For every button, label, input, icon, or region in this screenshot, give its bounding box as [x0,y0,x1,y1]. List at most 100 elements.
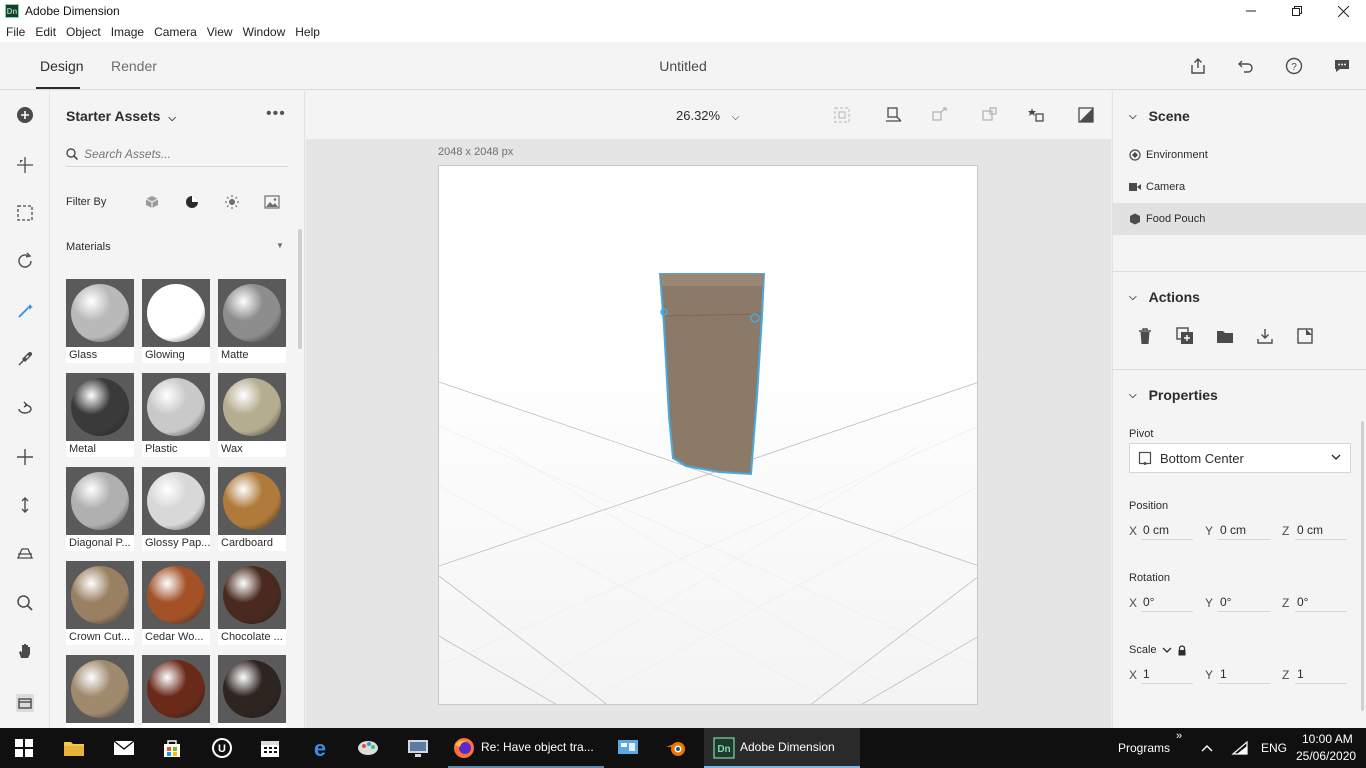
menu-help[interactable]: Help [295,25,320,39]
scene-item-environment[interactable]: Environment [1113,139,1366,171]
menu-file[interactable]: File [6,25,25,39]
zoom-level[interactable]: 26.32% ⌵ [676,108,739,123]
position-x-field[interactable]: 0 cm [1141,520,1193,540]
rotation-x-field[interactable]: 0° [1141,592,1193,612]
material-tile[interactable] [66,655,134,728]
eyedropper-icon[interactable] [13,347,37,371]
assets-title[interactable]: Starter Assets ⌵ [66,108,176,124]
clock-date[interactable]: 25/06/2020 [1296,749,1356,763]
menu-object[interactable]: Object [66,25,101,39]
horizon-icon[interactable] [13,541,37,565]
delete-icon[interactable] [1135,326,1155,346]
material-tile[interactable] [142,655,210,728]
menu-image[interactable]: Image [111,25,144,39]
image-filter-icon[interactable] [264,194,280,210]
light-filter-icon[interactable] [224,194,240,210]
dimension-app-icon[interactable]: Dn [712,736,736,760]
group-icon[interactable] [1215,326,1235,346]
render-preview-icon[interactable] [1076,105,1096,125]
rotation-z-field[interactable]: 0° [1295,592,1347,612]
language-indicator[interactable]: ENG [1261,741,1287,755]
menu-window[interactable]: Window [243,25,286,39]
properties-scrollbar[interactable] [1361,421,1364,711]
more-options-icon[interactable]: ••• [266,105,286,123]
actions-header[interactable]: ⌵ Actions [1129,289,1200,305]
close-icon[interactable] [1320,0,1366,22]
viewport[interactable] [438,165,978,705]
remote-desktop-icon[interactable] [406,736,430,760]
programs-label[interactable]: Programs [1118,741,1170,755]
undo-icon[interactable] [1236,56,1256,76]
file-explorer-icon[interactable] [62,736,86,760]
unreal-engine-icon[interactable]: U [210,736,234,760]
export-icon[interactable] [1255,326,1275,346]
double-chevron-icon[interactable]: » [1176,730,1182,742]
vertical-move-icon[interactable] [13,493,37,517]
firefox-task-label[interactable]: Re: Have object tra... [481,740,594,754]
pan-icon[interactable] [13,639,37,663]
properties-header[interactable]: ⌵ Properties [1129,387,1218,403]
material-tile[interactable]: Wax [218,373,286,457]
material-tile[interactable]: Glowing [142,279,210,363]
align-icon[interactable] [930,105,950,125]
collapse-icon[interactable]: ▼ [276,241,284,250]
position-z-field[interactable]: 0 cm [1295,520,1347,540]
magic-wand-icon[interactable] [13,299,37,323]
menu-view[interactable]: View [207,25,233,39]
scene-item-camera[interactable]: Camera [1113,171,1366,203]
panel-toggle-icon[interactable] [13,691,37,715]
material-tile[interactable]: Cedar Wo... [142,561,210,645]
edge-browser-icon[interactable]: e [308,736,332,760]
match-image-icon[interactable] [1026,105,1046,125]
help-icon[interactable]: ? [1284,56,1304,76]
scale-z-field[interactable]: 1 [1295,664,1347,684]
duplicate-icon[interactable] [1175,326,1195,346]
restore-icon[interactable] [1274,0,1320,22]
place-icon[interactable] [1295,326,1315,346]
menu-camera[interactable]: Camera [154,25,197,39]
material-tile[interactable]: Plastic [142,373,210,457]
control-panel-icon[interactable] [616,736,640,760]
calendar-icon[interactable] [258,736,282,760]
scale-header[interactable]: Scale [1129,644,1187,656]
menu-edit[interactable]: Edit [35,25,56,39]
paint-icon[interactable] [356,736,380,760]
frame-selection-icon[interactable] [832,105,852,125]
move-icon[interactable] [13,445,37,469]
chevron-up-icon[interactable] [1195,736,1219,760]
store-icon[interactable] [160,736,184,760]
model-filter-icon[interactable] [144,194,160,210]
material-tile[interactable]: Glossy Pap... [142,467,210,551]
scale-x-field[interactable]: 1 [1141,664,1193,684]
windows-start-icon[interactable] [12,736,36,760]
firefox-icon[interactable] [452,736,476,760]
rotate-icon[interactable] [13,397,37,421]
scene-header[interactable]: ⌵ Scene [1129,108,1190,124]
material-filter-icon[interactable] [184,194,200,210]
wifi-icon[interactable] [1228,736,1252,760]
position-y-field[interactable]: 0 cm [1218,520,1270,540]
scene-item-food-pouch[interactable]: Food Pouch [1113,203,1366,235]
material-tile[interactable] [218,655,286,728]
feedback-icon[interactable] [1332,56,1352,76]
material-tile[interactable]: Diagonal P... [66,467,134,551]
material-tile[interactable]: Chocolate ... [218,561,286,645]
lock-icon[interactable] [1177,644,1187,656]
mail-icon[interactable] [112,736,136,760]
share-icon[interactable] [1188,56,1208,76]
orbit-icon[interactable] [13,249,37,273]
zoom-icon[interactable] [13,591,37,615]
select-icon[interactable] [13,153,37,177]
material-tile[interactable]: Glass [66,279,134,363]
rotation-y-field[interactable]: 0° [1218,592,1270,612]
material-tile[interactable]: Cardboard [218,467,286,551]
blender-icon[interactable] [664,736,688,760]
scale-y-field[interactable]: 1 [1218,664,1270,684]
material-tile[interactable]: Matte [218,279,286,363]
material-tile[interactable]: Crown Cut... [66,561,134,645]
clock-time[interactable]: 10:00 AM [1302,732,1353,746]
frame-icon[interactable] [13,201,37,225]
snap-icon[interactable] [980,105,1000,125]
assets-scrollbar[interactable] [298,229,302,349]
search-input[interactable] [84,146,274,161]
